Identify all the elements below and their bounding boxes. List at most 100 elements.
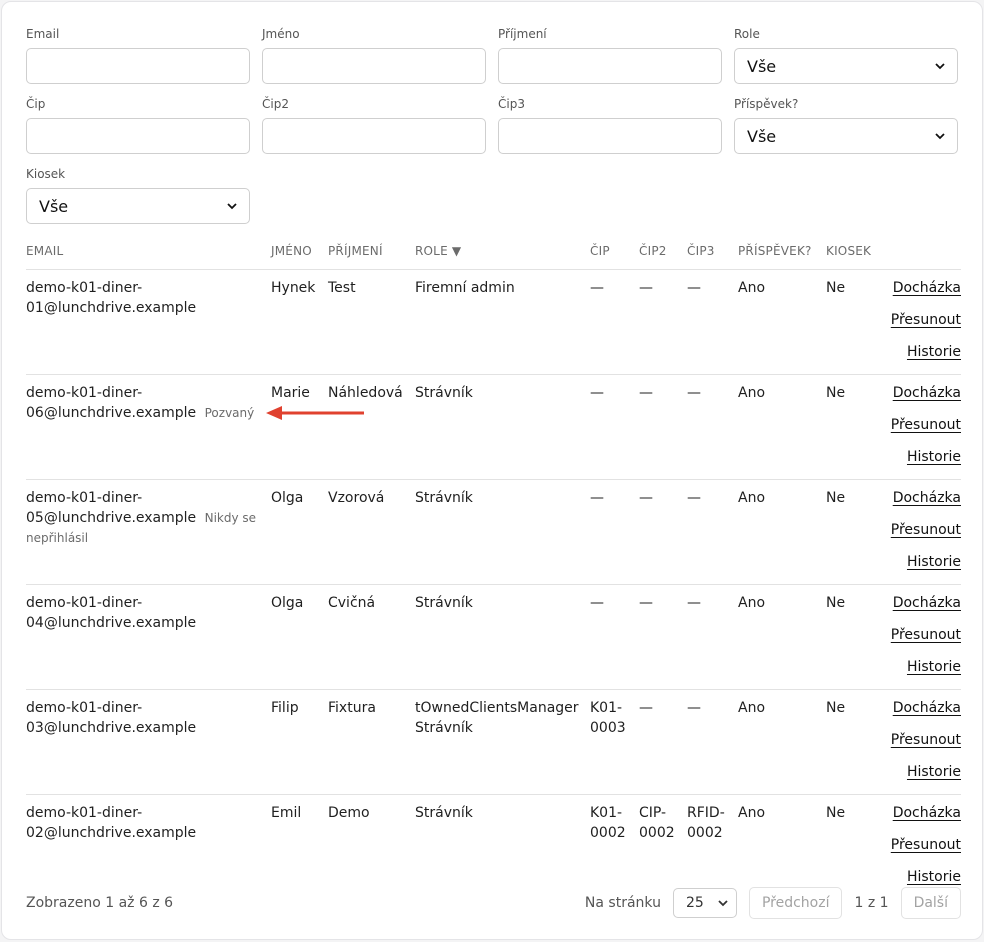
presunout-link[interactable]: Přesunout [891, 835, 961, 855]
presunout-link[interactable]: Přesunout [891, 310, 961, 330]
email-line1: demo-k01-diner- [26, 699, 143, 716]
presunout-link[interactable]: Přesunout [891, 520, 961, 540]
cell-cip3-line1: — [687, 384, 701, 401]
filter-role-label: Role [734, 27, 760, 41]
filter-cip3-label: Čip3 [498, 97, 525, 111]
cell-actions: Docházka Přesunout Historie [881, 479, 961, 585]
cell-jmeno: Filip [271, 689, 328, 795]
chevron-down-icon [935, 131, 945, 141]
email-line1: demo-k01-diner- [26, 594, 143, 611]
cell-prijmeni: Náhledová [328, 374, 415, 480]
cell-role: Firemní admin [415, 269, 590, 375]
presunout-link[interactable]: Přesunout [891, 415, 961, 435]
filter-email-label: Email [26, 27, 60, 41]
filter-email-input[interactable] [26, 48, 250, 84]
header-jmeno[interactable]: JMÉNO [271, 234, 328, 270]
historie-link[interactable]: Historie [907, 762, 961, 782]
dochazka-link[interactable]: Docházka [893, 488, 961, 508]
cell-cip2-line1: — [639, 384, 653, 401]
cell-actions: Docházka Přesunout Historie [881, 794, 961, 899]
cell-email: demo-k01-diner- 05@lunchdrive.example Nik… [26, 479, 271, 585]
cell-role-line1: Strávník [415, 384, 473, 401]
header-cip[interactable]: ČIP [590, 234, 639, 270]
filter-prijmeni-label: Příjmení [498, 27, 547, 41]
cell-kiosek: Ne [826, 804, 846, 821]
cell-kiosek: Ne [826, 269, 881, 375]
cell-role-line1: Strávník [415, 594, 473, 611]
cell-role-line1: Firemní admin [415, 279, 515, 296]
table-row: demo-k01-diner- 04@lunchdrive.example Olg… [26, 584, 961, 690]
historie-link[interactable]: Historie [907, 552, 961, 572]
cell-email: demo-k01-diner- 04@lunchdrive.example [26, 584, 271, 690]
header-cip2[interactable]: ČIP2 [639, 234, 687, 270]
cell-prispevek: Ano [738, 689, 826, 795]
dochazka-link[interactable]: Docházka [893, 593, 961, 613]
header-actions [881, 234, 961, 270]
cell-cip2: — [639, 479, 687, 585]
prev-page-button[interactable]: Předchozí [748, 886, 843, 919]
cell-kiosek: Ne [826, 689, 881, 795]
header-email[interactable]: EMAIL [26, 234, 271, 270]
next-page-button[interactable]: Další [900, 886, 961, 919]
email-line2: 02@lunchdrive.example [26, 824, 197, 841]
filter-kiosek-select[interactable]: Vše [26, 188, 250, 224]
cell-prispevek: Ano [738, 479, 826, 585]
dochazka-link[interactable]: Docházka [893, 803, 961, 823]
filter-cip3-input[interactable] [498, 118, 722, 154]
cell-cip3: RFID- 0002 [687, 794, 738, 899]
cell-prijmeni: Test [328, 269, 415, 375]
email-line2: 06@lunchdrive.example [26, 404, 197, 421]
header-role[interactable]: ROLE ▼ [415, 234, 590, 270]
cell-cip-line2: 0003 [590, 719, 626, 736]
cell-cip-line1: — [590, 384, 604, 401]
cell-actions: Docházka Přesunout Historie [881, 269, 961, 375]
cell-cip2-line1: — [639, 279, 653, 296]
cell-role: Strávník [415, 479, 590, 585]
cell-cip3-line1: — [687, 489, 701, 506]
filter-cip2-input[interactable] [262, 118, 486, 154]
historie-link[interactable]: Historie [907, 342, 961, 362]
filter-role: Role Vše [734, 26, 958, 84]
cell-cip3-line1: — [687, 594, 701, 611]
filter-cip-input[interactable] [26, 118, 250, 154]
filter-cip2: Čip2 [262, 96, 486, 154]
cell-cip-line1: — [590, 279, 604, 296]
dochazka-link[interactable]: Docházka [893, 383, 961, 403]
filter-prijmeni-input[interactable] [498, 48, 722, 84]
pagination-bar: Zobrazeno 1 až 6 z 6 Na stránku 25 Předc… [26, 886, 961, 919]
chevron-down-icon [227, 201, 237, 211]
email-line1: demo-k01-diner- [26, 489, 143, 506]
filter-kiosek-label: Kiosek [26, 167, 66, 181]
cell-cip-line1: — [590, 594, 604, 611]
filter-jmeno-input[interactable] [262, 48, 486, 84]
filter-prispevek-select[interactable]: Vše [734, 118, 958, 154]
header-kiosek[interactable]: KIOSEK [826, 234, 881, 270]
presunout-link[interactable]: Přesunout [891, 730, 961, 750]
historie-link[interactable]: Historie [907, 447, 961, 467]
cell-actions: Docházka Přesunout Historie [881, 689, 961, 795]
header-prispevek[interactable]: PŘÍSPĚVEK? [738, 234, 826, 270]
cell-prijmeni: Vzorová [328, 479, 415, 585]
cell-kiosek: Ne [826, 479, 881, 585]
email-line1: demo-k01-diner- [26, 279, 143, 296]
dochazka-link[interactable]: Docházka [893, 698, 961, 718]
cell-cip3-line1: — [687, 699, 701, 716]
cell-role-line1: Strávník [415, 489, 473, 506]
per-page-select[interactable]: 25 [672, 887, 737, 918]
filter-prispevek-value: Vše [747, 126, 777, 146]
cell-cip: — [590, 374, 639, 480]
cell-cip: — [590, 269, 639, 375]
header-cip3[interactable]: ČIP3 [687, 234, 738, 270]
cell-email: demo-k01-diner- 03@lunchdrive.example [26, 689, 271, 795]
cell-cip3: — [687, 584, 738, 690]
cell-jmeno: Olga [271, 584, 328, 690]
filter-role-select[interactable]: Vše [734, 48, 958, 84]
historie-link[interactable]: Historie [907, 657, 961, 677]
historie-link[interactable]: Historie [907, 867, 961, 887]
presunout-link[interactable]: Přesunout [891, 625, 961, 645]
cell-role: tOwnedClientsManager Strávník [415, 689, 590, 795]
header-prijmeni[interactable]: PŘÍJMENÍ [328, 234, 415, 270]
cell-cip2: — [639, 269, 687, 375]
dochazka-link[interactable]: Docházka [893, 278, 961, 298]
filter-jmeno-label: Jméno [262, 27, 300, 41]
